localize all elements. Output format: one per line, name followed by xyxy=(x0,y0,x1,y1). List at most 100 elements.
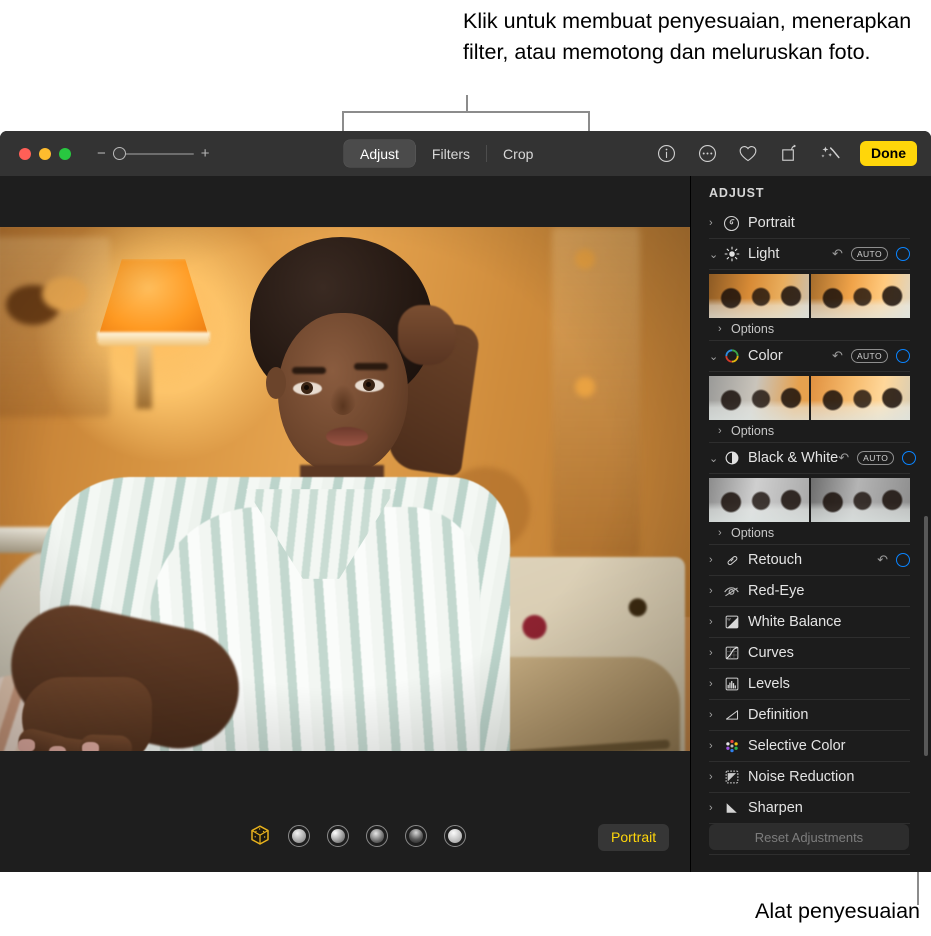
row-actions: ↶ AUTO xyxy=(832,348,910,364)
favorite-icon[interactable] xyxy=(737,143,759,165)
sidebar-item-light[interactable]: ⌄ Light ↶ AUTO xyxy=(709,239,910,270)
lighting-effects-list xyxy=(248,824,467,848)
reset-adjustments-button[interactable]: Reset Adjustments xyxy=(709,824,909,850)
chevron-down-icon[interactable]: ⌄ xyxy=(709,452,722,465)
portrait-lighting-bar: Portrait xyxy=(0,816,690,872)
chevron-right-icon[interactable]: › xyxy=(709,616,722,628)
reset-bw-icon[interactable]: ↶ xyxy=(838,450,849,466)
studio-light-icon[interactable] xyxy=(287,824,311,848)
row-actions: ↶ AUTO xyxy=(832,246,910,262)
portrait-mode-button[interactable]: Portrait xyxy=(598,824,670,851)
color-preview-filmstrip[interactable] xyxy=(709,376,910,420)
chevron-right-icon[interactable]: › xyxy=(709,678,722,690)
subject-pupil-left xyxy=(304,385,309,390)
chevron-right-icon[interactable]: › xyxy=(709,709,722,721)
chevron-right-icon[interactable]: › xyxy=(718,425,731,437)
chevron-right-icon[interactable]: › xyxy=(709,740,722,752)
tab-filters[interactable]: Filters xyxy=(416,140,486,167)
more-options-icon[interactable] xyxy=(696,143,718,165)
photo-image[interactable] xyxy=(0,227,690,751)
subject-brow-left xyxy=(292,367,326,374)
chevron-right-icon[interactable]: › xyxy=(709,771,722,783)
reset-retouch-icon[interactable]: ↶ xyxy=(877,552,888,568)
zoom-in-icon[interactable]: + xyxy=(201,146,210,161)
bw-thumb[interactable] xyxy=(810,478,910,522)
high-key-light-mono-icon[interactable] xyxy=(443,824,467,848)
sidebar-item-black-and-white[interactable]: ⌄ Black & White ↶ AUTO xyxy=(709,443,917,474)
sidebar-item-color[interactable]: ⌄ Color ↶ AUTO xyxy=(709,341,910,372)
lamp-stem xyxy=(136,339,152,409)
chevron-down-icon[interactable]: ⌄ xyxy=(709,350,722,363)
sidebar-item-label: Portrait xyxy=(748,215,795,231)
info-icon[interactable] xyxy=(655,143,677,165)
auto-color-button[interactable]: AUTO xyxy=(850,349,888,363)
sidebar-scrollbar[interactable] xyxy=(924,516,928,756)
callout-leader-vertical xyxy=(466,95,468,112)
bottom-callout-text: Alat penyesuaian xyxy=(755,899,920,923)
chevron-right-icon[interactable]: › xyxy=(709,802,722,814)
light-options-row[interactable]: › Options xyxy=(709,318,910,341)
light-preview-filmstrip[interactable] xyxy=(709,274,910,318)
maximize-window-button[interactable] xyxy=(59,147,71,160)
sidebar-item-label: Red-Eye xyxy=(748,583,805,599)
sidebar-item-definition[interactable]: › Definition xyxy=(709,700,910,731)
zoom-slider-knob[interactable] xyxy=(112,146,126,160)
tab-crop[interactable]: Crop xyxy=(487,140,549,167)
sharpen-icon xyxy=(722,799,741,818)
zoom-slider[interactable]: − + xyxy=(97,146,210,161)
edit-mode-segmented-control[interactable]: Adjust Filters Crop xyxy=(344,140,549,167)
natural-light-cube-icon[interactable] xyxy=(248,824,272,848)
chevron-right-icon[interactable]: › xyxy=(709,217,722,229)
chevron-right-icon[interactable]: › xyxy=(709,554,722,566)
photo-canvas[interactable]: Portrait xyxy=(0,176,690,872)
enhance-icon[interactable] xyxy=(819,143,841,165)
top-callout-text: Klik untuk membuat penyesuaian, menerapk… xyxy=(463,9,912,64)
window-toolbar: − + Adjust Filters Crop Done xyxy=(0,131,931,177)
light-enable-toggle[interactable] xyxy=(896,247,910,261)
reset-color-icon[interactable]: ↶ xyxy=(832,348,843,364)
contour-light-icon[interactable] xyxy=(326,824,350,848)
callout-leader-horizontal xyxy=(342,111,590,113)
light-thumb[interactable] xyxy=(810,274,910,318)
chevron-right-icon[interactable]: › xyxy=(718,323,731,335)
sidebar-item-white-balance[interactable]: › W White Balance xyxy=(709,607,910,638)
sidebar-item-levels[interactable]: › Levels xyxy=(709,669,910,700)
bw-options-row[interactable]: › Options xyxy=(709,522,910,545)
bw-enable-toggle[interactable] xyxy=(902,451,917,465)
zoom-out-icon[interactable]: − xyxy=(97,146,106,161)
bw-thumb[interactable] xyxy=(709,478,809,522)
retouch-enable-toggle[interactable] xyxy=(896,553,910,567)
chevron-right-icon[interactable]: › xyxy=(718,527,731,539)
light-thumb[interactable] xyxy=(709,274,809,318)
color-thumb[interactable] xyxy=(810,376,910,420)
color-options-row[interactable]: › Options xyxy=(709,420,910,443)
chevron-down-icon[interactable]: ⌄ xyxy=(709,248,722,261)
sidebar-item-curves[interactable]: › Curves xyxy=(709,638,910,669)
sidebar-item-noise-reduction[interactable]: › Noise Reduction xyxy=(709,762,910,793)
minimize-window-button[interactable] xyxy=(39,147,51,160)
close-window-button[interactable] xyxy=(19,147,31,160)
wall-ornament-c xyxy=(575,249,595,269)
sidebar-item-retouch[interactable]: › Retouch ↶ xyxy=(709,545,910,576)
reset-light-icon[interactable]: ↶ xyxy=(832,246,843,262)
bw-preview-filmstrip[interactable] xyxy=(709,478,910,522)
color-enable-toggle[interactable] xyxy=(896,349,910,363)
done-button[interactable]: Done xyxy=(860,141,917,166)
sidebar-item-portrait[interactable]: › Portrait xyxy=(709,208,910,239)
auto-bw-button[interactable]: AUTO xyxy=(857,451,895,465)
auto-light-button[interactable]: AUTO xyxy=(850,247,888,261)
stage-light-icon[interactable] xyxy=(365,824,389,848)
tab-adjust[interactable]: Adjust xyxy=(344,140,415,167)
chevron-right-icon[interactable]: › xyxy=(709,585,722,597)
sidebar-item-sharpen[interactable]: › Sharpen xyxy=(709,793,910,824)
stage-light-mono-icon[interactable] xyxy=(404,824,428,848)
chevron-right-icon[interactable]: › xyxy=(709,647,722,659)
options-label: Options xyxy=(731,424,775,438)
sidebar-item-red-eye[interactable]: › Red-Eye xyxy=(709,576,910,607)
callout-leader-right-tick xyxy=(588,111,590,131)
fingernail xyxy=(49,746,66,751)
rotate-icon[interactable] xyxy=(778,143,800,165)
sidebar-item-selective-color[interactable]: › Selective Color xyxy=(709,731,910,762)
zoom-slider-track[interactable] xyxy=(112,146,194,160)
color-thumb[interactable] xyxy=(709,376,809,420)
